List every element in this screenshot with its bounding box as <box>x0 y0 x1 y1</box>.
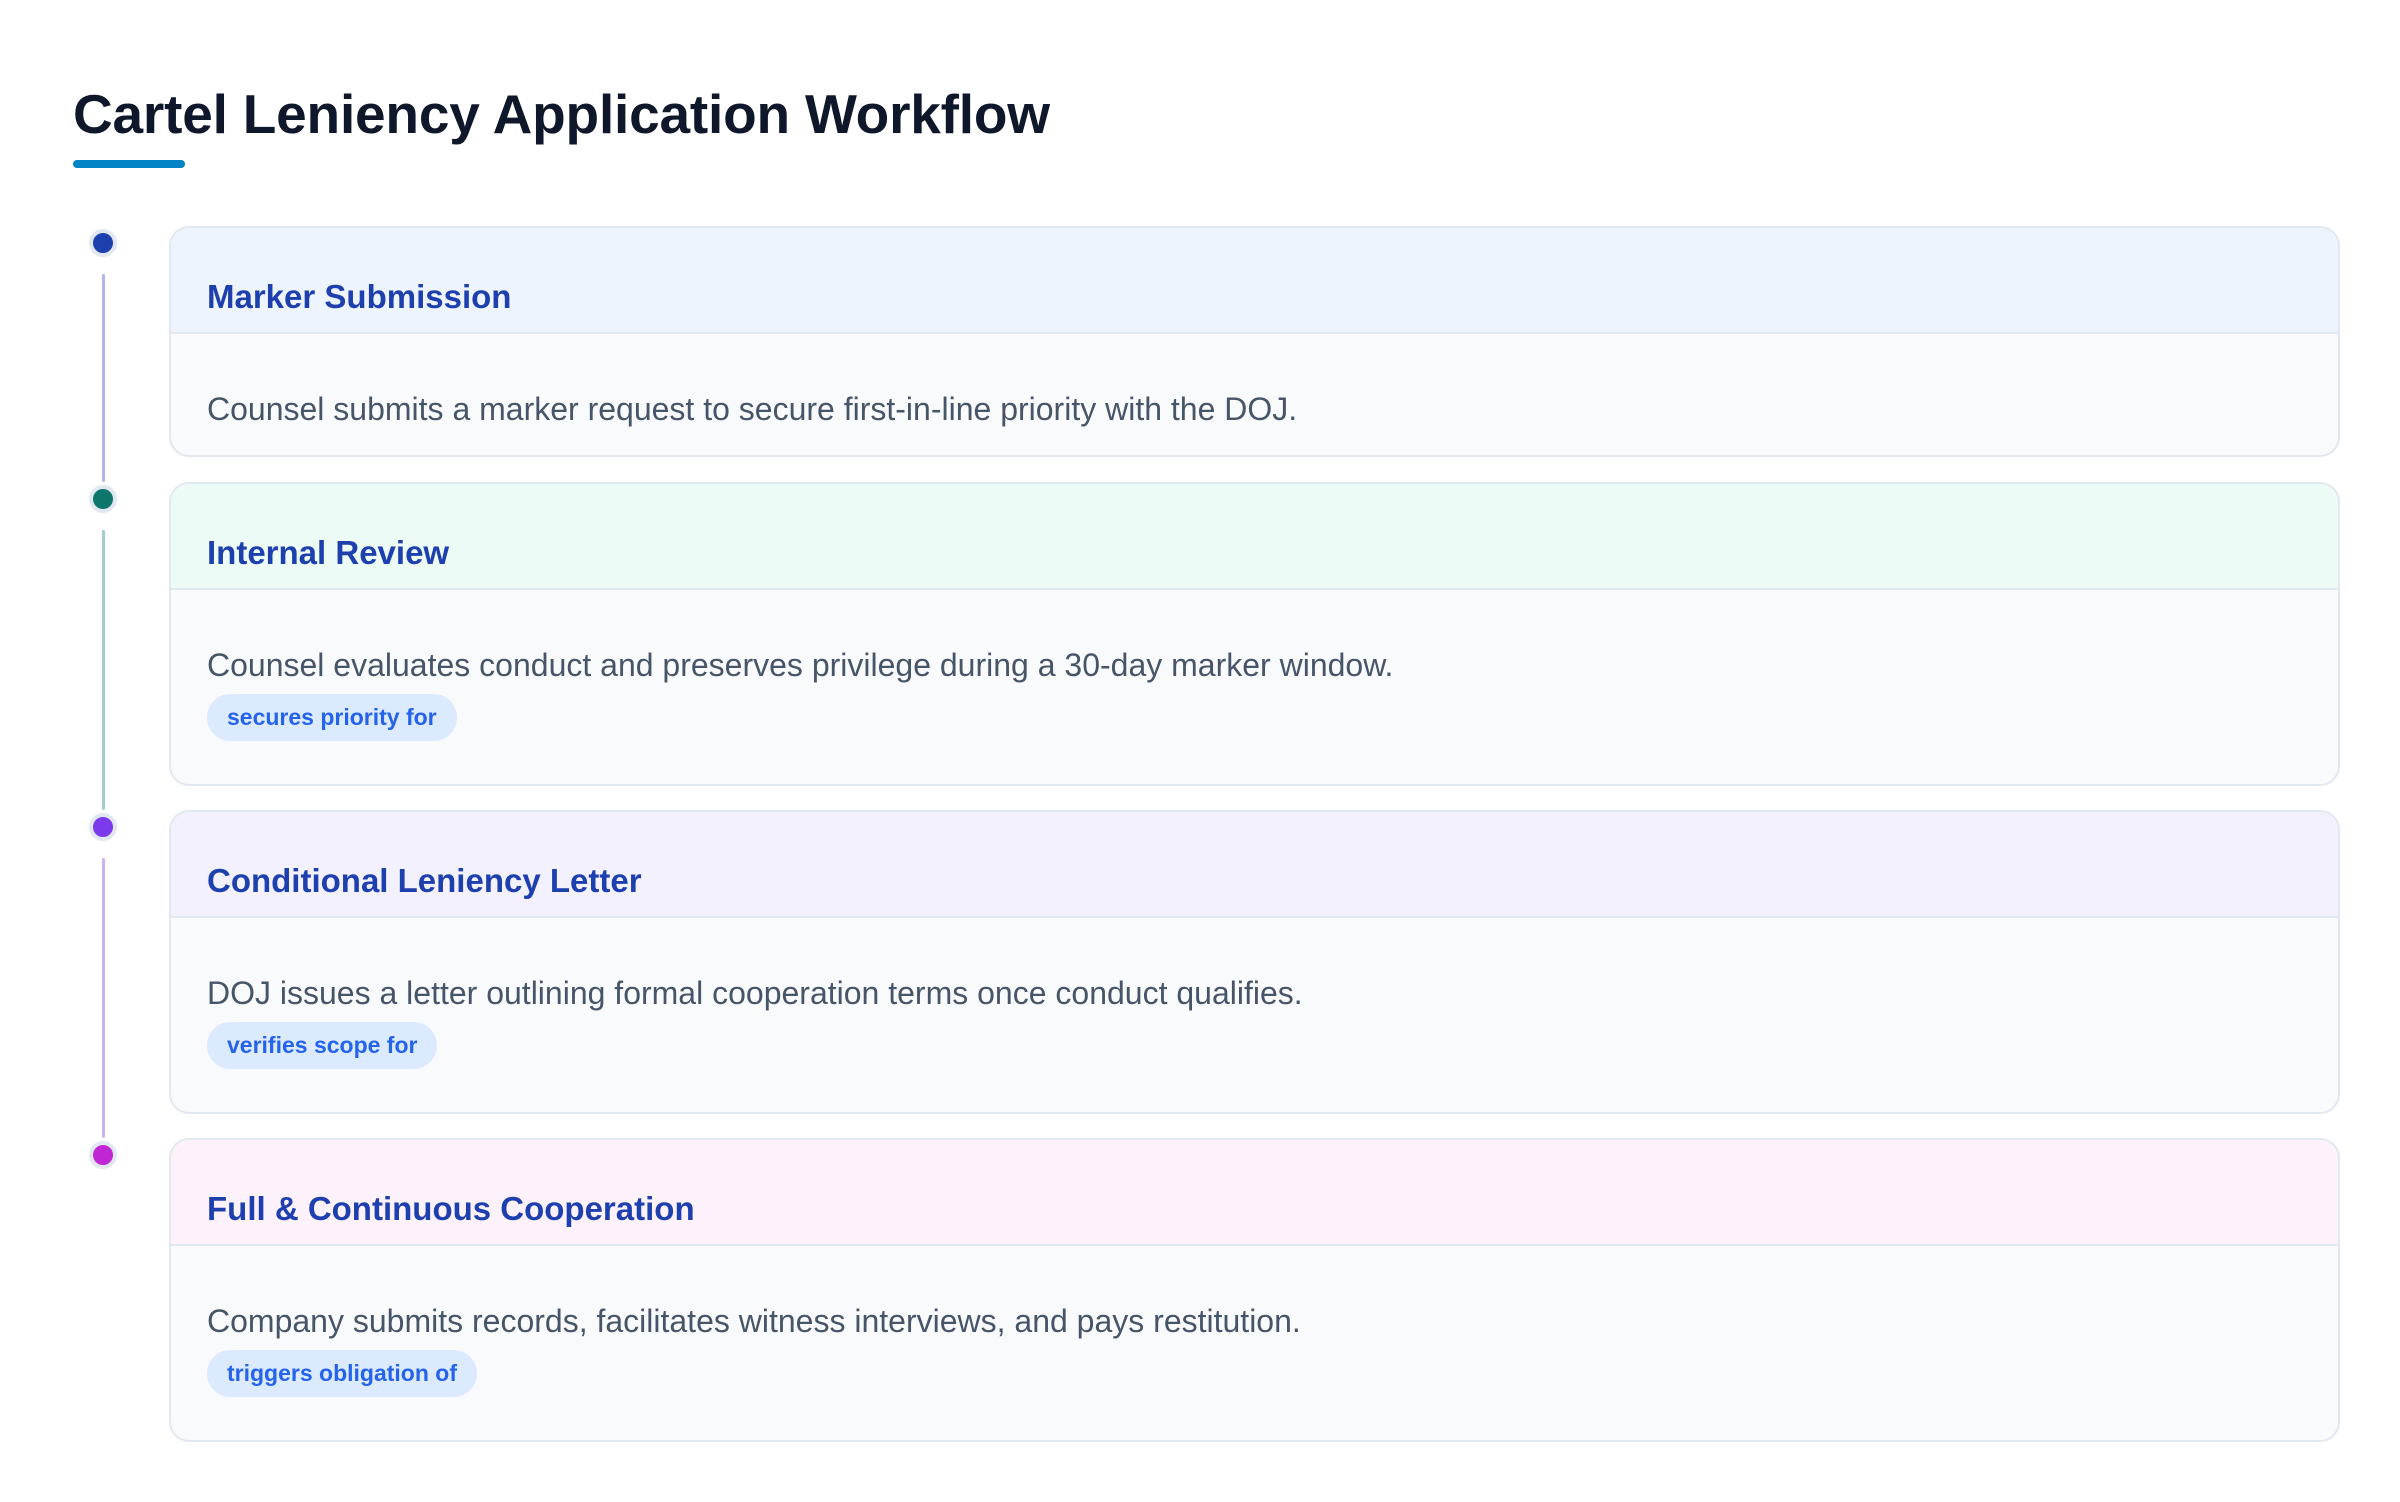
relation-tag: secures priority for <box>207 694 457 742</box>
timeline-connector <box>102 858 105 1138</box>
step-description: Counsel evaluates conduct and preserves … <box>207 647 1394 683</box>
step-title: Marker Submission <box>207 278 512 315</box>
step-card-body: Counsel submits a marker request to secu… <box>171 334 2338 428</box>
step-card-header: Full & Continuous Cooperation <box>171 1140 2338 1246</box>
timeline-dot <box>89 1141 117 1169</box>
step-card-internal-review: Internal Review Counsel evaluates conduc… <box>169 482 2340 786</box>
step-card-body: Counsel evaluates conduct and preserves … <box>171 590 2338 742</box>
step-title: Internal Review <box>207 534 450 571</box>
title-underline <box>73 160 185 168</box>
step-card-header: Internal Review <box>171 484 2338 590</box>
step-title: Conditional Leniency Letter <box>207 862 642 899</box>
step-card-marker-submission: Marker Submission Counsel submits a mark… <box>169 226 2340 457</box>
step-description: Company submits records, facilitates wit… <box>207 1303 1301 1339</box>
timeline-dot <box>89 813 117 841</box>
step-card-header: Conditional Leniency Letter <box>171 812 2338 918</box>
step-description: Counsel submits a marker request to secu… <box>207 391 1298 427</box>
step-card-full-continuous-cooperation: Full & Continuous Cooperation Company su… <box>169 1138 2340 1442</box>
timeline-dot <box>89 229 117 257</box>
step-description: DOJ issues a letter outlining formal coo… <box>207 975 1303 1011</box>
step-card-body: DOJ issues a letter outlining formal coo… <box>171 918 2338 1070</box>
page-title: Cartel Leniency Application Workflow <box>73 83 1050 145</box>
timeline-connector <box>102 274 105 482</box>
relation-tag: verifies scope for <box>207 1022 438 1070</box>
step-card-body: Company submits records, facilitates wit… <box>171 1246 2338 1398</box>
step-title: Full & Continuous Cooperation <box>207 1190 695 1227</box>
step-card-header: Marker Submission <box>171 228 2338 334</box>
timeline-dot <box>89 485 117 513</box>
timeline-connector <box>102 530 105 810</box>
step-card-conditional-leniency-letter: Conditional Leniency Letter DOJ issues a… <box>169 810 2340 1114</box>
relation-tag: triggers obligation of <box>207 1350 477 1398</box>
